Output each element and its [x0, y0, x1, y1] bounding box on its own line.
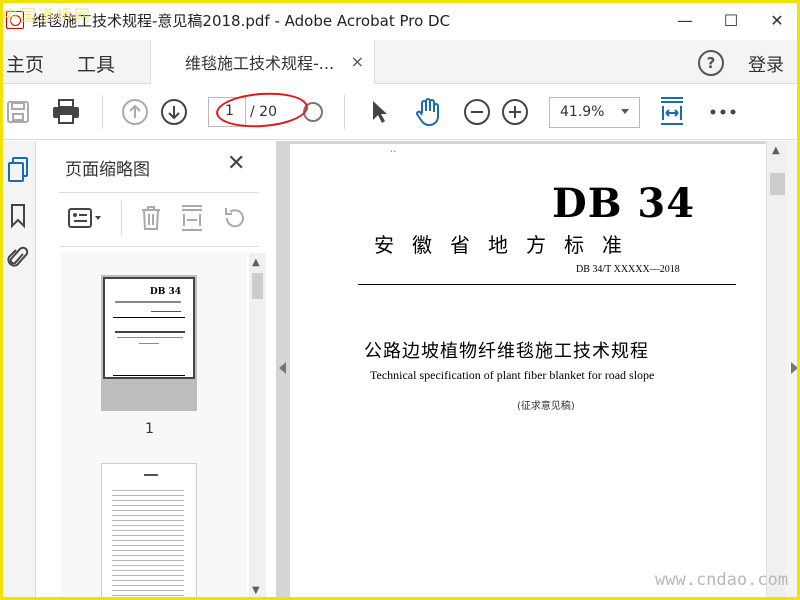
collapse-left-icon[interactable]: [279, 362, 286, 374]
thumbnail-page-preview: DB 34: [103, 277, 195, 379]
thumbnail-panel: 页面缩略图 ✕ DB 34 1 ▲ ▼: [37, 141, 275, 600]
panel-toolbar-separator: [121, 201, 122, 235]
panel-divider: [59, 192, 259, 193]
thumbnail-text-line: [117, 337, 183, 338]
scroll-up-icon[interactable]: ▲: [252, 257, 260, 268]
zoom-select[interactable]: 41.9%: [549, 97, 640, 128]
doc-standard-name: 安徽省地方标准: [374, 233, 640, 257]
collapse-right-icon[interactable]: [791, 362, 798, 374]
watermark-top-left: 中国道桥网: [2, 6, 93, 25]
thumbnail-text-line: [144, 474, 158, 476]
close-panel-icon[interactable]: ✕: [227, 151, 245, 176]
scroll-down-icon[interactable]: ▼: [252, 585, 260, 596]
doc-db-code: DB 34: [552, 180, 696, 227]
chevron-down-icon: [621, 109, 629, 114]
hand-tool-icon[interactable]: [412, 97, 444, 127]
page-top-mark: ..: [390, 144, 397, 155]
title-bar: 维毯施工技术规程-意见稿2018.pdf - Adobe Acrobat Pro…: [0, 0, 800, 40]
left-icon-rail: [0, 141, 36, 600]
zoom-in-icon[interactable]: [500, 97, 530, 127]
toolbar: 1 / 20 41.9%: [0, 85, 800, 140]
toolbar-separator: [344, 95, 345, 129]
thumbnail-list: DB 34 1: [61, 253, 247, 600]
scroll-up-icon[interactable]: ▲: [772, 145, 780, 156]
thumbnail-rule: [113, 317, 185, 318]
doc-draft-note: (征求意见稿): [517, 401, 575, 412]
page-thumbnail[interactable]: [101, 463, 197, 600]
thumbnail-text-line: [115, 331, 185, 333]
document-tab[interactable]: 维毯施工技术规程-... ×: [150, 40, 375, 84]
scrollbar-track: ▲: [766, 141, 786, 600]
tab-bar: 主页 工具 维毯施工技术规程-... × ? 登录: [0, 40, 800, 84]
zoom-value: 41.9%: [560, 104, 605, 120]
more-icon[interactable]: [708, 97, 738, 127]
page-thumbnail[interactable]: DB 34: [101, 275, 197, 411]
doc-rule: [358, 284, 736, 285]
save-icon[interactable]: [4, 97, 32, 127]
thumbnail-text-line: [115, 301, 181, 303]
attachment-icon[interactable]: [6, 245, 30, 271]
page-down-icon[interactable]: [159, 97, 189, 127]
window-title: 维毯施工技术规程-意见稿2018.pdf - Adobe Acrobat Pro…: [32, 11, 451, 30]
close-window-button[interactable]: ✕: [754, 0, 800, 40]
select-cursor-icon[interactable]: [366, 97, 392, 127]
thumbnail-db-code: DB 34: [149, 287, 181, 297]
minimize-button[interactable]: —: [662, 0, 708, 40]
document-tab-label: 维毯施工技术规程-...: [185, 54, 335, 73]
page-thumbnails-icon[interactable]: [6, 157, 30, 183]
thumbnail-options-icon[interactable]: [67, 203, 105, 233]
maximize-button[interactable]: ☐: [708, 0, 754, 40]
watermark-bottom-right: www.cndao.com: [655, 570, 789, 590]
document-page: .. DB 34 安徽省地方标准 DB 34/T XXXXX—2018 公路边坡…: [290, 144, 766, 600]
zoom-out-icon[interactable]: [462, 97, 492, 127]
scrollbar-thumb[interactable]: [770, 173, 785, 195]
thumbnail-toc-lines: [112, 486, 184, 596]
thumbnail-text-line: [151, 311, 181, 312]
toolbar-separator: [102, 95, 103, 129]
delete-page-icon[interactable]: [137, 203, 165, 233]
extract-page-icon[interactable]: [178, 203, 206, 233]
tools-tab[interactable]: 工具: [77, 50, 115, 77]
close-tab-icon[interactable]: ×: [351, 52, 364, 71]
window-controls: — ☐ ✕: [662, 0, 800, 40]
panel-divider: [59, 246, 259, 247]
doc-standard-number: DB 34/T XXXXX—2018: [576, 264, 680, 275]
rotate-icon[interactable]: [221, 203, 249, 233]
thumbnail-text-line: [139, 343, 159, 344]
home-tab[interactable]: 主页: [6, 50, 44, 77]
document-view: .. DB 34 安徽省地方标准 DB 34/T XXXXX—2018 公路边坡…: [276, 141, 766, 600]
bookmark-icon[interactable]: [6, 203, 30, 229]
thumbnail-rule: [113, 375, 185, 376]
fit-page-icon[interactable]: [658, 97, 686, 127]
thumbnail-page-number: 1: [145, 421, 154, 437]
scrollbar-thumb[interactable]: [252, 273, 263, 299]
login-button[interactable]: 登录: [748, 51, 784, 77]
panel-title: 页面缩略图: [65, 160, 150, 180]
doc-title-en: Technical specification of plant fiber b…: [370, 368, 655, 382]
help-icon[interactable]: ?: [698, 50, 724, 76]
doc-title-cn: 公路边坡植物纤维毯施工技术规程: [364, 341, 649, 362]
page-up-icon[interactable]: [120, 97, 150, 127]
thumbnail-scrollbar[interactable]: ▲ ▼: [249, 253, 266, 600]
print-icon[interactable]: [50, 97, 82, 127]
